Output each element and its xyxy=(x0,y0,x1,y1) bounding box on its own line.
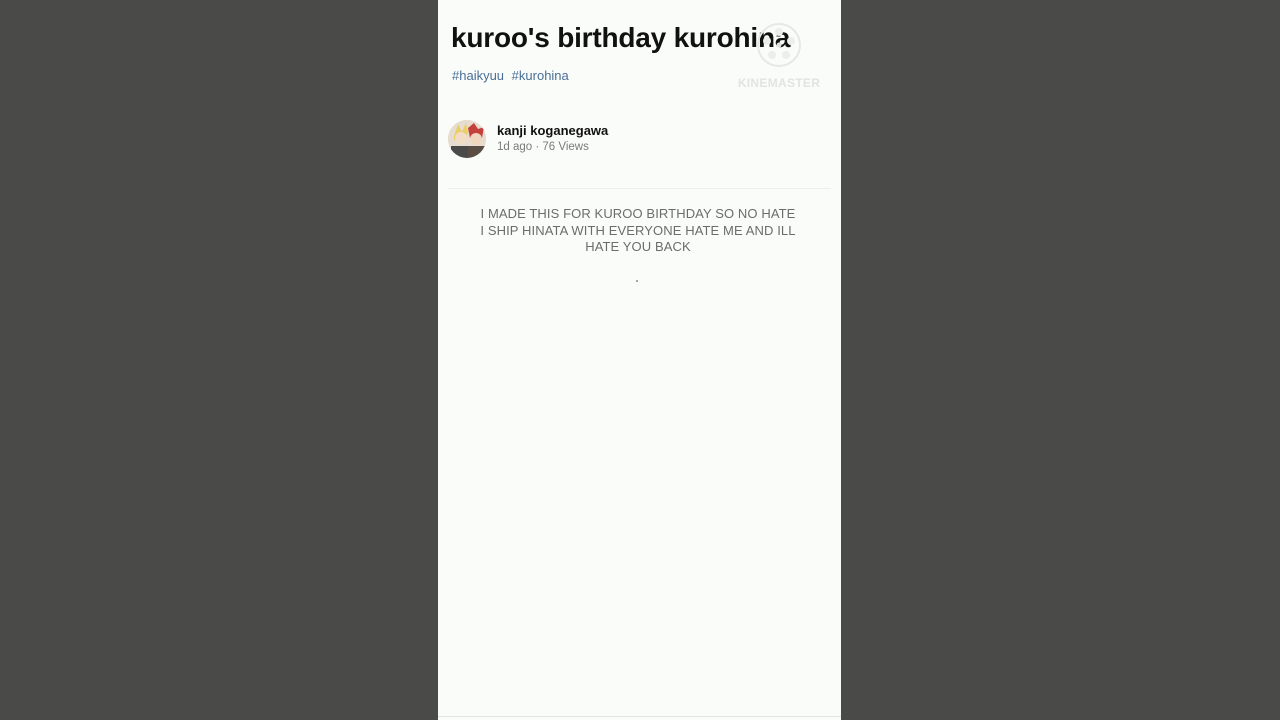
author-name[interactable]: kanji koganegawa xyxy=(497,123,608,138)
divider xyxy=(448,188,831,189)
post-body-trailing-dot xyxy=(636,280,638,282)
avatar-image xyxy=(448,120,486,158)
avatar[interactable] xyxy=(448,120,486,158)
post-meta: 1d ago · 76 Views xyxy=(497,141,589,153)
tag-haikyuu[interactable]: #haikyuu xyxy=(452,68,504,83)
post-screen: kuroo's birthday kurohina #haikyuu #kuro… xyxy=(438,0,841,720)
bottom-divider xyxy=(438,716,841,717)
tag-kurohina[interactable]: #kurohina xyxy=(512,68,569,83)
author-row: kanji koganegawa 1d ago · 76 Views xyxy=(448,120,828,160)
kinemaster-logo-icon xyxy=(757,23,801,67)
kinemaster-watermark: KINEMASTER xyxy=(734,18,824,94)
post-body: I MADE THIS FOR KUROO BIRTHDAY SO NO HAT… xyxy=(480,206,796,254)
kinemaster-watermark-text: KINEMASTER xyxy=(737,76,821,90)
tag-list: #haikyuu #kurohina xyxy=(452,68,573,83)
